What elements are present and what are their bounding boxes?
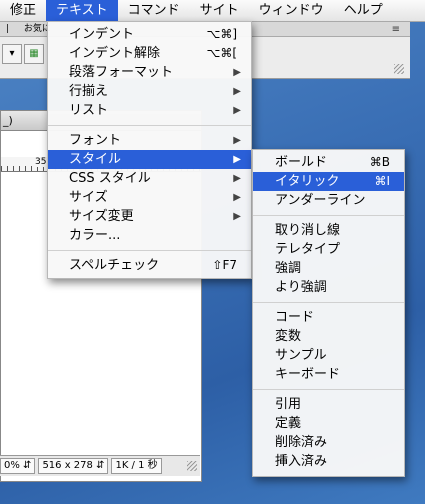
resize-grip-icon[interactable] xyxy=(394,64,404,74)
document-title: _) xyxy=(3,114,13,127)
menu-item-label: イタリック xyxy=(275,174,340,189)
menu-item-label: 挿入済み xyxy=(275,454,328,469)
menu-shortcut: ⇧F7 xyxy=(212,258,237,272)
style-menu-item-0-1[interactable]: イタリック ⌘I xyxy=(253,172,404,191)
style-submenu: ボールド ⌘B イタリック ⌘I アンダーライン 取り消し線テレタイプ強調より強調コード変… xyxy=(252,149,405,477)
menu-item-label: フォント xyxy=(69,133,122,148)
menu-separator xyxy=(253,302,404,303)
text-menu-item-2-0[interactable]: スペルチェック ⇧F7 xyxy=(48,256,251,275)
style-menu-item-3-1[interactable]: 定義 xyxy=(253,414,404,433)
menu-item-label: 定義 xyxy=(275,416,302,431)
menu-item-label: CSS スタイル xyxy=(69,171,151,186)
style-menu-item-2-0[interactable]: コード xyxy=(253,308,404,327)
text-menu-item-1-4[interactable]: サイズ変更 ▶ xyxy=(48,207,251,226)
menu-item-label: キーボード xyxy=(275,367,341,382)
resize-grip-icon[interactable] xyxy=(187,461,197,471)
style-menu-item-1-3[interactable]: より強調 xyxy=(253,278,404,297)
style-menu-item-3-0[interactable]: 引用 xyxy=(253,395,404,414)
menu-item-label: インデント解除 xyxy=(69,46,161,61)
menu-separator xyxy=(48,250,251,251)
style-menu-item-3-2[interactable]: 削除済み xyxy=(253,433,404,452)
style-menu-item-3-3[interactable]: 挿入済み xyxy=(253,452,404,471)
text-menu-item-1-1[interactable]: スタイル ▶ xyxy=(48,150,251,169)
tab-stub[interactable]: | xyxy=(0,22,15,36)
style-menu-item-2-3[interactable]: キーボード xyxy=(253,365,404,384)
menu-help[interactable]: ヘルプ xyxy=(334,0,393,21)
text-menu-item-1-2[interactable]: CSS スタイル ▶ xyxy=(48,169,251,188)
submenu-arrow-icon: ▶ xyxy=(233,67,241,78)
style-menu-item-1-2[interactable]: 強調 xyxy=(253,259,404,278)
menu-item-label: より強調 xyxy=(275,280,327,295)
menu-shortcut: ⌘I xyxy=(374,174,390,188)
menu-separator xyxy=(253,389,404,390)
submenu-arrow-icon: ▶ xyxy=(233,135,241,146)
text-menu-item-0-1[interactable]: インデント解除 ⌥⌘[ xyxy=(48,44,251,63)
submenu-arrow-icon: ▶ xyxy=(233,154,241,165)
text-menu-item-0-3[interactable]: 行揃え ▶ xyxy=(48,82,251,101)
menu-shortcut: ⌥⌘[ xyxy=(206,46,237,60)
style-menu-item-2-2[interactable]: サンプル xyxy=(253,346,404,365)
text-menu-item-0-2[interactable]: 段落フォーマット ▶ xyxy=(48,63,251,82)
menu-commands[interactable]: コマンド xyxy=(118,0,190,21)
dropdown-arrow-icon[interactable]: ▾ xyxy=(2,44,22,64)
menu-shortcut: ⌘B xyxy=(369,155,390,169)
menu-item-label: 取り消し線 xyxy=(275,223,341,238)
menu-text[interactable]: テキスト xyxy=(46,0,118,21)
text-menu-item-1-5[interactable]: カラー... xyxy=(48,226,251,245)
menu-item-label: サイズ変更 xyxy=(69,209,134,224)
menu-item-label: ボールド xyxy=(275,155,328,170)
window-size-value: 516 x 278 xyxy=(42,460,93,471)
menu-item-label: テレタイプ xyxy=(275,242,341,257)
menu-item-label: サンプル xyxy=(275,348,327,363)
style-menu-item-0-2[interactable]: アンダーライン xyxy=(253,191,404,210)
panel-options-icon[interactable]: ≡ xyxy=(392,24,400,35)
menu-item-label: 強調 xyxy=(275,261,302,276)
menu-separator xyxy=(253,215,404,216)
submenu-arrow-icon: ▶ xyxy=(233,86,241,97)
menu-edit[interactable]: 修正 xyxy=(0,0,46,21)
submenu-arrow-icon: ▶ xyxy=(233,192,241,203)
text-menu-item-1-3[interactable]: サイズ ▶ xyxy=(48,188,251,207)
menu-item-label: カラー... xyxy=(69,228,121,243)
menu-item-label: 段落フォーマット xyxy=(69,65,174,80)
window-size-select[interactable]: 516 x 278 ⇵ xyxy=(38,458,109,474)
menu-item-label: 行揃え xyxy=(69,84,109,99)
menu-item-label: コード xyxy=(275,310,315,325)
submenu-arrow-icon: ▶ xyxy=(233,105,241,116)
menu-item-label: 削除済み xyxy=(275,435,328,450)
menu-item-label: スタイル xyxy=(69,152,122,167)
menu-bar: 修正 テキスト コマンド サイト ウィンドウ ヘルプ xyxy=(0,0,425,22)
menu-window[interactable]: ウィンドウ xyxy=(249,0,334,21)
submenu-arrow-icon: ▶ xyxy=(233,211,241,222)
submenu-arrow-icon: ▶ xyxy=(233,173,241,184)
menu-shortcut: ⌥⌘] xyxy=(206,27,237,41)
menu-item-label: サイズ xyxy=(69,190,108,205)
menu-item-label: スペルチェック xyxy=(69,258,160,273)
ruler-label: 35 xyxy=(35,157,47,167)
text-menu-item-0-0[interactable]: インデント ⌥⌘] xyxy=(48,25,251,44)
status-bar: 0% ⇵ 516 x 278 ⇵ 1K / 1 秒 xyxy=(0,455,200,476)
menu-item-label: 引用 xyxy=(275,397,302,412)
style-menu-item-0-0[interactable]: ボールド ⌘B xyxy=(253,153,404,172)
menu-item-label: アンダーライン xyxy=(275,193,366,208)
download-time: 1K / 1 秒 xyxy=(111,458,162,474)
style-menu-item-1-1[interactable]: テレタイプ xyxy=(253,240,404,259)
zoom-value: 0% xyxy=(4,460,20,471)
zoom-select[interactable]: 0% ⇵ xyxy=(0,458,36,474)
menu-item-label: インデント xyxy=(69,27,135,42)
menu-item-label: 変数 xyxy=(275,329,302,344)
style-menu-item-2-1[interactable]: 変数 xyxy=(253,327,404,346)
menu-item-label: リスト xyxy=(69,103,109,118)
text-menu-item-0-4[interactable]: リスト ▶ xyxy=(48,101,251,120)
text-menu-dropdown: インデント ⌥⌘] インデント解除 ⌥⌘[ 段落フォーマット ▶ 行揃え ▶ リスト ▶ フォント ▶… xyxy=(47,21,252,279)
menu-site[interactable]: サイト xyxy=(190,0,249,21)
text-menu-item-1-0[interactable]: フォント ▶ xyxy=(48,131,251,150)
style-menu-item-1-0[interactable]: 取り消し線 xyxy=(253,221,404,240)
menu-separator xyxy=(48,125,251,126)
insert-page-icon[interactable]: ▦ xyxy=(24,44,44,64)
